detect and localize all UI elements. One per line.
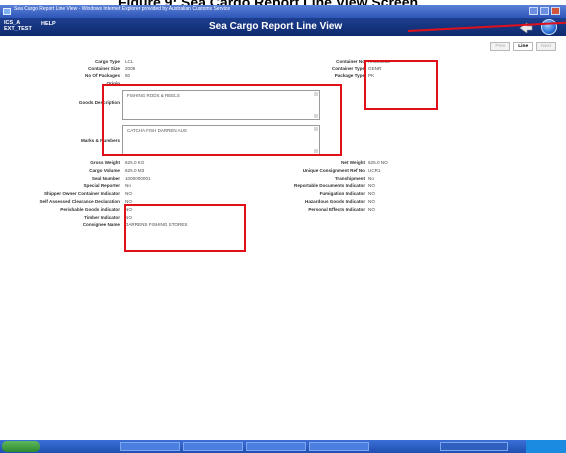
browser-titlebar: Sea Cargo Report Line View - Windows Int… (0, 5, 566, 18)
detail-row: Shipper Owner Container Indicator NO (0, 191, 200, 197)
field-label: Unique Consignment Ref No (302, 167, 365, 173)
taskbar-item-active[interactable] (440, 442, 508, 451)
field-label: Fumigation Indicator (319, 191, 365, 197)
taskbar-item[interactable] (309, 442, 369, 451)
field-label: Container No (336, 59, 365, 64)
field-label: Consignee Name (82, 222, 120, 228)
next-button[interactable]: Next (536, 42, 556, 51)
field-label: Package Type (334, 73, 365, 78)
detail-row: Personal Effects Indicator NO (280, 207, 530, 213)
field-label: Special Reporter (83, 183, 120, 189)
field-value: UCR1 (368, 167, 381, 173)
field-value: 625.0 KG (125, 160, 145, 165)
detail-row: Seal Number 1000000001 (0, 176, 200, 182)
taskbar-item[interactable] (120, 442, 180, 451)
field-label: Container Size (88, 66, 120, 71)
field-label: Timber Indicator (84, 214, 120, 220)
detail-row: Unique Consignment Ref No UCR1 (280, 168, 530, 174)
detail-row: Transhipment No (280, 176, 530, 182)
field-label: Self Assessed Clearance Declaration (39, 199, 120, 204)
field-value: NO (368, 199, 375, 204)
field-label: Net Weight (341, 160, 365, 165)
field-value: 625.0 M3 (125, 167, 145, 173)
app-name: ICS_A EXT_TEST (4, 20, 32, 32)
detail-row: Reportable Documents Indicator NO (280, 183, 530, 189)
field-label: Hazardous Goods Indicator (305, 199, 365, 204)
field-value: 2008 (125, 66, 136, 71)
field-value: NO (368, 206, 375, 212)
detail-row: Hazardous Goods Indicator NO (280, 199, 530, 205)
detail-row: Net Weight 625.0 NO (280, 160, 530, 166)
field-label: No Of Packages (85, 73, 120, 78)
highlight-box-container-type (364, 60, 438, 110)
field-no-of-packages: No Of Packages 50 (0, 73, 200, 79)
field-label: Reportable Documents Indicator (294, 183, 365, 189)
start-button[interactable] (2, 441, 40, 452)
taskbar-item[interactable] (183, 442, 243, 451)
field-value: LCL (125, 59, 134, 64)
field-label: Perishable Goods indicator (60, 206, 120, 212)
prev-button[interactable]: Prev (490, 42, 511, 51)
page-title: Sea Cargo Report Line View (209, 21, 343, 32)
taskbar-item[interactable] (246, 442, 306, 451)
field-value: NO (125, 191, 132, 197)
highlight-box-perishable (124, 204, 246, 252)
browser-icon (3, 8, 11, 15)
window-controls (529, 7, 560, 15)
browser-title: Sea Cargo Report Line View - Windows Int… (14, 6, 231, 12)
line-navigation: Prev Line Next (490, 42, 556, 51)
field-label: Cargo Type (95, 59, 120, 64)
field-value: No (125, 183, 131, 189)
help-link[interactable]: HELP (41, 21, 56, 27)
field-label: Gross Weight (90, 160, 120, 165)
field-value: No (368, 175, 374, 181)
field-value: NO (368, 183, 375, 189)
detail-row: Gross Weight 625.0 KG (0, 160, 200, 166)
field-value: 1000000001 (125, 175, 151, 181)
highlight-box-description (102, 84, 342, 156)
line-button[interactable]: Line (513, 42, 534, 51)
field-label: Cargo Volume (89, 167, 120, 173)
field-label: Personal Effects Indicator (308, 206, 365, 212)
field-cargo-type: Cargo Type LCL (0, 59, 200, 65)
windows-taskbar (0, 440, 566, 453)
detail-row: Cargo Volume 625.0 M3 (0, 168, 200, 174)
field-value: NO (368, 191, 375, 197)
app-name-line2: EXT_TEST (4, 26, 32, 32)
field-label: Shipper Owner Container Indicator (43, 191, 120, 197)
field-label: Seal Number (91, 175, 120, 181)
detail-row: Special Reporter No (0, 183, 200, 189)
maximize-button[interactable] (540, 7, 549, 15)
field-label: Transhipment (334, 175, 365, 181)
field-label: Container Type (331, 66, 365, 71)
minimize-button[interactable] (529, 7, 538, 15)
close-button[interactable] (551, 7, 560, 15)
detail-row: Fumigation Indicator NO (280, 191, 530, 197)
system-tray (526, 440, 566, 453)
field-container-size: Container Size 2008 (0, 66, 200, 72)
field-value: 625.0 NO (368, 160, 388, 165)
field-value: 50 (125, 73, 131, 78)
